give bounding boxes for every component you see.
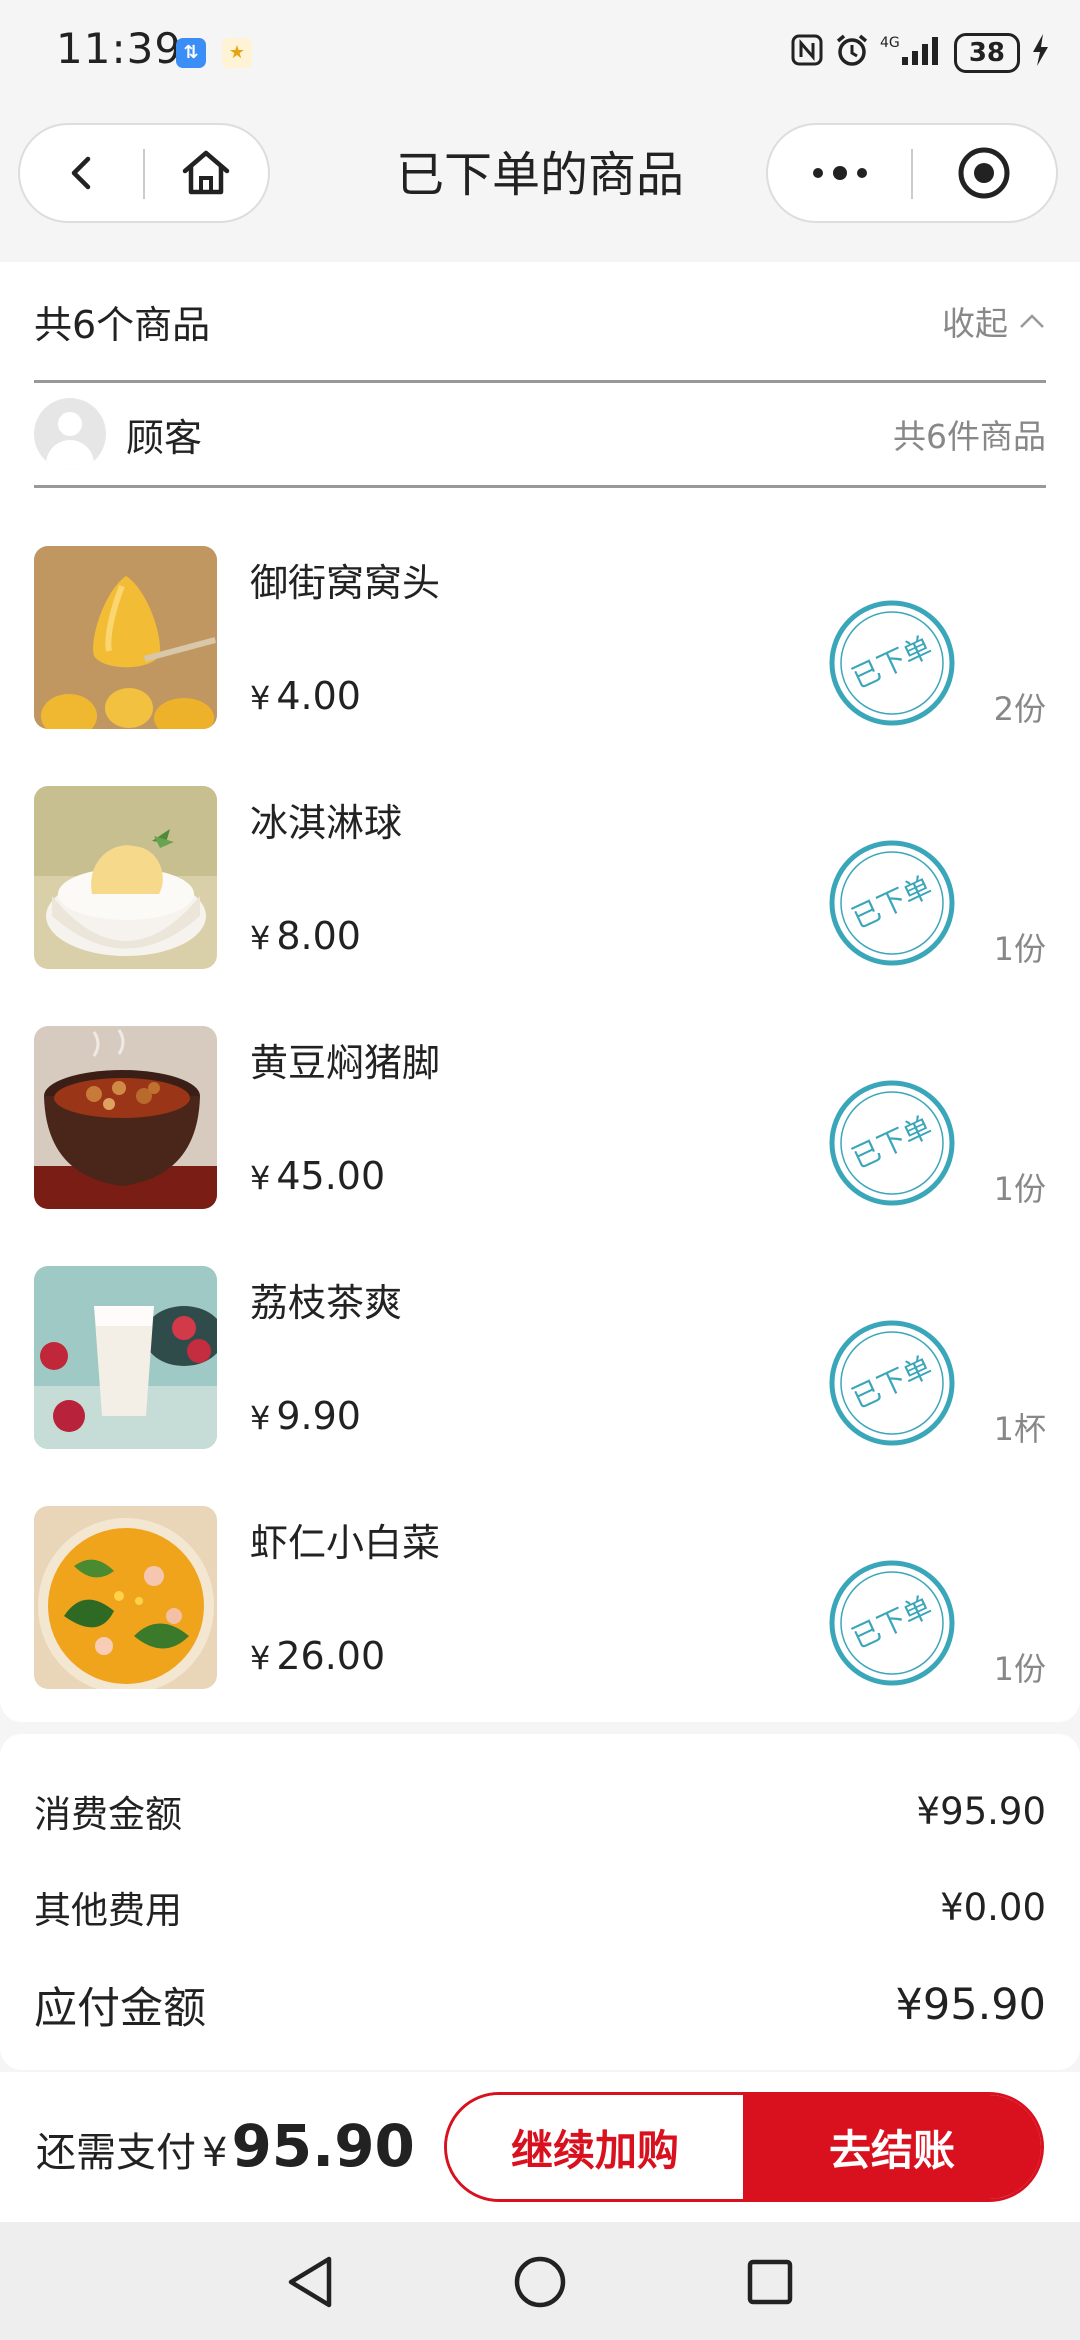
square-recents-icon <box>747 2259 793 2305</box>
signal-icon: 4G <box>880 33 944 73</box>
product-quantity: 1杯 <box>993 1410 1046 1448</box>
triangle-back-icon <box>288 2256 332 2308</box>
product-image-icecream <box>34 786 217 969</box>
navigation-bar: 已下单的商品 <box>0 105 1080 260</box>
product-name: 冰淇淋球 <box>250 801 403 845</box>
ordered-items-card: 共6个商品 收起 顾客 共6件商品 御街窝窝头 ¥ 4.00 已下单 2份 冰淇… <box>0 262 1080 1722</box>
product-price: ¥8.00 <box>250 914 361 958</box>
home-icon <box>182 150 230 195</box>
ordered-stamp-icon: 已下单 <box>829 1320 955 1446</box>
svg-text:已下单: 已下单 <box>847 1590 937 1655</box>
alarm-icon <box>834 32 870 74</box>
ordered-stamp-icon: 已下单 <box>829 840 955 966</box>
list-item[interactable]: 虾仁小白菜 ¥26.00 已下单 1份 <box>34 1506 1046 1692</box>
payable-label: 应付金额 <box>34 1984 206 2034</box>
close-miniprogram-button[interactable] <box>912 125 1056 221</box>
system-home-button[interactable] <box>510 2252 570 2312</box>
remaining-currency: ¥ <box>202 2130 228 2176</box>
product-image-pork <box>34 1026 217 1209</box>
nfc-icon <box>790 33 824 73</box>
circle-home-icon <box>514 2256 566 2308</box>
product-price: ¥45.00 <box>250 1154 386 1198</box>
action-button-group: 继续加购 去结账 <box>444 2092 1044 2202</box>
product-image-shrimp-cabbage <box>34 1506 217 1689</box>
other-fees-label: 其他费用 <box>34 1889 182 1932</box>
remaining-amount: 95.90 <box>231 2112 415 2180</box>
target-icon <box>958 147 1010 199</box>
avatar <box>34 398 106 470</box>
status-time: 11:39 <box>56 24 183 73</box>
product-quantity: 1份 <box>993 930 1046 968</box>
product-name: 虾仁小白菜 <box>250 1521 441 1565</box>
product-price: ¥9.90 <box>250 1394 361 1438</box>
battery-indicator: 38 <box>953 33 1020 73</box>
items-summary-row: 共6个商品 收起 <box>34 262 1046 383</box>
status-icons: 4G 38 <box>790 30 1050 76</box>
collapse-toggle[interactable]: 收起 <box>942 297 1046 345</box>
bottom-action-bar: 还需支付 ¥ 95.90 继续加购 去结账 <box>0 2072 1080 2222</box>
remaining-label: 还需支付 <box>36 2130 196 2176</box>
list-item[interactable]: 黄豆焖猪脚 ¥45.00 已下单 1份 <box>34 1026 1046 1212</box>
consumption-label: 消费金额 <box>34 1793 182 1836</box>
status-bar: 11:39 ⇅ ★ 4G 38 <box>0 0 1080 105</box>
svg-text:4G: 4G <box>880 35 900 51</box>
product-name: 荔枝茶爽 <box>250 1281 403 1325</box>
svg-text:已下单: 已下单 <box>847 630 937 695</box>
ordered-stamp-icon: 已下单 <box>829 1560 955 1686</box>
consumption-row: 消费金额 ¥95.90 <box>34 1784 1046 1838</box>
product-price: ¥26.00 <box>250 1634 386 1678</box>
items-total-title: 共6个商品 <box>34 302 211 347</box>
ordered-stamp-icon: 已下单 <box>829 600 955 726</box>
ordered-stamp-icon: 已下单 <box>829 1080 955 1206</box>
system-navigation-bar <box>0 2222 1080 2340</box>
product-image-wotou <box>34 546 217 729</box>
svg-text:已下单: 已下单 <box>847 1350 937 1415</box>
back-button[interactable] <box>20 125 144 221</box>
customer-name: 顾客 <box>126 415 203 460</box>
product-name: 黄豆焖猪脚 <box>250 1041 441 1085</box>
more-button[interactable] <box>768 125 912 221</box>
customer-item-count: 共6件商品 <box>893 417 1046 456</box>
svg-text:已下单: 已下单 <box>847 870 937 935</box>
back-arrow-icon <box>71 156 91 190</box>
list-item[interactable]: 荔枝茶爽 ¥9.90 已下单 1杯 <box>34 1266 1046 1452</box>
chevron-up-icon <box>1020 314 1044 328</box>
product-price: ¥4.00 <box>250 674 361 718</box>
collapse-label: 收起 <box>942 304 1008 343</box>
add-more-button[interactable]: 继续加购 <box>447 2095 743 2199</box>
list-item[interactable]: 冰淇淋球 ¥8.00 已下单 1份 <box>34 786 1046 972</box>
nav-capsule-left <box>18 123 270 223</box>
consumption-value: ¥95.90 <box>916 1789 1046 1833</box>
product-quantity: 1份 <box>993 1170 1046 1208</box>
customer-row: 顾客 共6件商品 <box>34 383 1046 488</box>
app-notification-icon: ⇅ <box>176 38 206 68</box>
app-notification-icon-2: ★ <box>222 38 252 68</box>
product-quantity: 1份 <box>993 1650 1046 1688</box>
totals-card: 消费金额 ¥95.90 其他费用 ¥0.00 应付金额 ¥95.90 <box>0 1734 1080 2070</box>
page-title: 已下单的商品 <box>395 147 684 203</box>
product-image-lychee-drink <box>34 1266 217 1449</box>
other-fees-row: 其他费用 ¥0.00 <box>34 1880 1046 1934</box>
product-quantity: 2份 <box>993 690 1046 728</box>
list-item[interactable]: 御街窝窝头 ¥4.00 已下单 2份 <box>34 546 1046 732</box>
payable-value: ¥95.90 <box>895 1980 1046 2030</box>
checkout-button[interactable]: 去结账 <box>743 2095 1041 2199</box>
payable-row: 应付金额 ¥95.90 <box>34 1974 1046 2036</box>
product-name: 御街窝窝头 <box>250 561 441 605</box>
charging-icon <box>1030 32 1050 74</box>
more-dots-icon <box>813 166 867 180</box>
system-back-button[interactable] <box>280 2252 340 2312</box>
home-button[interactable] <box>144 125 268 221</box>
other-fees-value: ¥0.00 <box>940 1885 1046 1929</box>
nav-capsule-right <box>766 123 1058 223</box>
system-recents-button[interactable] <box>740 2252 800 2312</box>
svg-text:已下单: 已下单 <box>847 1110 937 1175</box>
remaining-payment: 还需支付 ¥ 95.90 <box>36 2112 415 2180</box>
